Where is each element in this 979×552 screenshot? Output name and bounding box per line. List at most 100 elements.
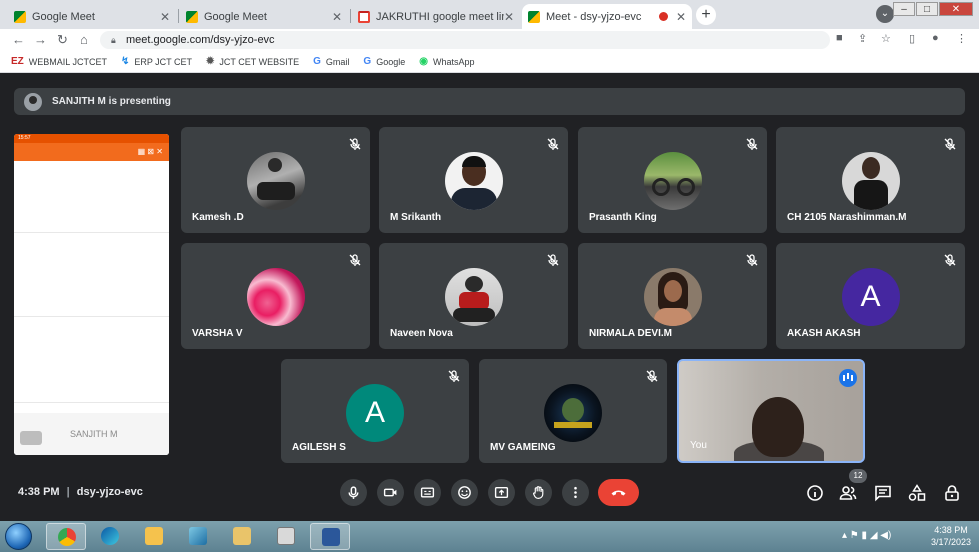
profile-icon[interactable]: ● <box>932 32 939 44</box>
participant-tile[interactable]: Kamesh .D <box>181 127 370 233</box>
mic-off-icon <box>944 254 956 266</box>
avatar <box>444 268 503 326</box>
mic-off-icon <box>349 254 361 266</box>
google-icon: G <box>313 56 321 67</box>
participant-tile[interactable]: Naveen Nova <box>379 243 568 349</box>
participant-tile[interactable]: M Srikanth <box>379 127 568 233</box>
address-bar-row: ← → ↻ ⌂ 🔒︎ meet.google.com/dsy-yjzo-evc … <box>0 29 979 51</box>
browser-tab[interactable]: JAKRUTHI google meet link - pc ✕ <box>352 4 520 29</box>
participant-tile[interactable]: A AKASH AKASH <box>776 243 965 349</box>
taskbar-edge[interactable] <box>90 523 130 550</box>
browser-tab[interactable]: Google Meet ✕ <box>8 4 176 29</box>
emoji-icon <box>458 486 471 499</box>
presenter-screen-label: SANJITH M <box>70 429 118 439</box>
forward-icon[interactable]: → <box>34 32 47 47</box>
taskbar-calculator[interactable] <box>266 523 306 550</box>
url-input[interactable]: 🔒︎ meet.google.com/dsy-yjzo-evc <box>100 31 830 49</box>
maximize-icon[interactable]: □ <box>916 2 938 16</box>
avatar <box>544 384 602 442</box>
start-button[interactable] <box>5 523 32 550</box>
bookmark-star-icon[interactable]: ☆ <box>881 32 891 45</box>
mic-off-icon <box>746 254 758 266</box>
new-tab-button[interactable]: + <box>696 5 716 25</box>
meeting-details-icon[interactable] <box>805 483 825 503</box>
bookmark-gmail[interactable]: G Gmail <box>313 56 349 67</box>
reload-icon[interactable]: ↻ <box>57 32 68 48</box>
taskbar-folder[interactable] <box>222 523 262 550</box>
leave-call-button[interactable] <box>598 479 639 506</box>
end-call-icon <box>611 490 626 496</box>
self-video-tile[interactable]: You <box>677 359 865 463</box>
close-window-icon[interactable]: ✕ <box>939 2 973 16</box>
people-count-badge: 12 <box>849 469 867 483</box>
bookmark-erp[interactable]: ↯ ERP JCT CET <box>121 56 192 67</box>
taskbar-app[interactable] <box>178 523 218 550</box>
close-tab-icon[interactable]: ✕ <box>676 10 686 24</box>
presenting-text: SANJITH M is presenting <box>52 96 171 107</box>
calculator-icon <box>277 527 295 545</box>
bookmark-website[interactable]: ✹ JCT CET WEBSITE <box>206 56 299 67</box>
clock[interactable]: 4:38 PM 3/17/2023 <box>931 524 971 548</box>
phone-status-bar: 15:57 <box>14 134 169 143</box>
close-tab-icon[interactable]: ✕ <box>160 10 170 24</box>
whatsapp-icon: ◉ <box>419 56 428 67</box>
activities-icon[interactable] <box>907 483 927 503</box>
camera-in-use-icon[interactable]: ■ <box>836 32 843 44</box>
avatar <box>841 152 900 210</box>
presenting-banner: SANJITH M is presenting <box>14 88 965 115</box>
taskbar-chrome[interactable] <box>46 523 86 550</box>
bookmark-whatsapp[interactable]: ◉ WhatsApp <box>419 56 474 67</box>
participant-tile[interactable]: A AGILESH S <box>281 359 469 463</box>
camera-button[interactable] <box>377 479 404 506</box>
microphone-button[interactable] <box>340 479 367 506</box>
bookmark-webmail[interactable]: EZ WEBMAIL JCTCET <box>11 56 107 67</box>
screen: Google Meet ✕ Google Meet ✕ JAKRUTHI goo… <box>0 0 979 552</box>
share-icon[interactable]: ⇪ <box>858 32 867 45</box>
shared-screen[interactable]: 15:57 ▦ ⊠ ✕ SANJITH M <box>14 134 169 455</box>
captions-icon <box>420 487 435 498</box>
browser-tab[interactable]: Google Meet ✕ <box>180 4 348 29</box>
tab-title: Google Meet <box>204 10 267 23</box>
close-tab-icon[interactable]: ✕ <box>504 10 514 24</box>
people-icon[interactable] <box>838 483 858 503</box>
participant-tile[interactable]: MV GAMEING <box>479 359 667 463</box>
home-icon[interactable]: ⌂ <box>80 32 88 47</box>
participant-name: NIRMALA DEVI.M <box>589 328 672 339</box>
lock-icon: 🔒︎ <box>111 35 116 45</box>
url-text: meet.google.com/dsy-yjzo-evc <box>126 34 275 46</box>
taskbar-explorer[interactable] <box>134 523 174 550</box>
captions-button[interactable] <box>414 479 441 506</box>
participant-tile[interactable]: Prasanth King <box>578 127 767 233</box>
meet-stage: SANJITH M is presenting 15:57 ▦ ⊠ ✕ SANJ… <box>0 73 979 521</box>
avatar-letter: A <box>346 384 404 442</box>
meet-icon <box>186 10 198 23</box>
back-icon[interactable]: ← <box>12 32 25 47</box>
chrome-icon <box>58 528 76 546</box>
taskbar-word[interactable] <box>310 523 350 550</box>
participant-tile[interactable]: VARSHA V <box>181 243 370 349</box>
menu-icon[interactable]: ⋮ <box>956 32 967 45</box>
webmail-icon: EZ <box>11 56 24 67</box>
browser-tab-active[interactable]: Meet - dsy-yjzo-evc ✕ <box>522 4 692 29</box>
reactions-button[interactable] <box>451 479 478 506</box>
chat-icon[interactable] <box>873 483 893 503</box>
bookmark-google[interactable]: G Google <box>363 56 405 67</box>
participant-name: Prasanth King <box>589 212 657 223</box>
google-icon: G <box>363 56 372 67</box>
phone-app-header: ▦ ⊠ ✕ <box>14 143 169 161</box>
side-panel-icon[interactable]: ▯ <box>909 32 915 45</box>
participant-tile[interactable]: CH 2105 Narashimman.M <box>776 127 965 233</box>
system-tray-icons[interactable]: ▴ ⚑ ▮ ◢ ◀) <box>842 530 891 541</box>
meet-icon <box>528 10 540 23</box>
clock-time: 4:38 PM <box>934 525 968 535</box>
minimize-icon[interactable]: – <box>893 2 915 16</box>
bookmark-label: Gmail <box>325 56 350 67</box>
raise-hand-button[interactable] <box>525 479 552 506</box>
more-options-button[interactable] <box>562 479 589 506</box>
host-controls-icon[interactable] <box>942 483 962 503</box>
phone-header-icons: ▦ ⊠ ✕ <box>137 147 163 156</box>
recording-indicator-icon <box>659 12 668 21</box>
participant-tile[interactable]: NIRMALA DEVI.M <box>578 243 767 349</box>
present-button[interactable] <box>488 479 515 506</box>
close-tab-icon[interactable]: ✕ <box>332 10 342 24</box>
